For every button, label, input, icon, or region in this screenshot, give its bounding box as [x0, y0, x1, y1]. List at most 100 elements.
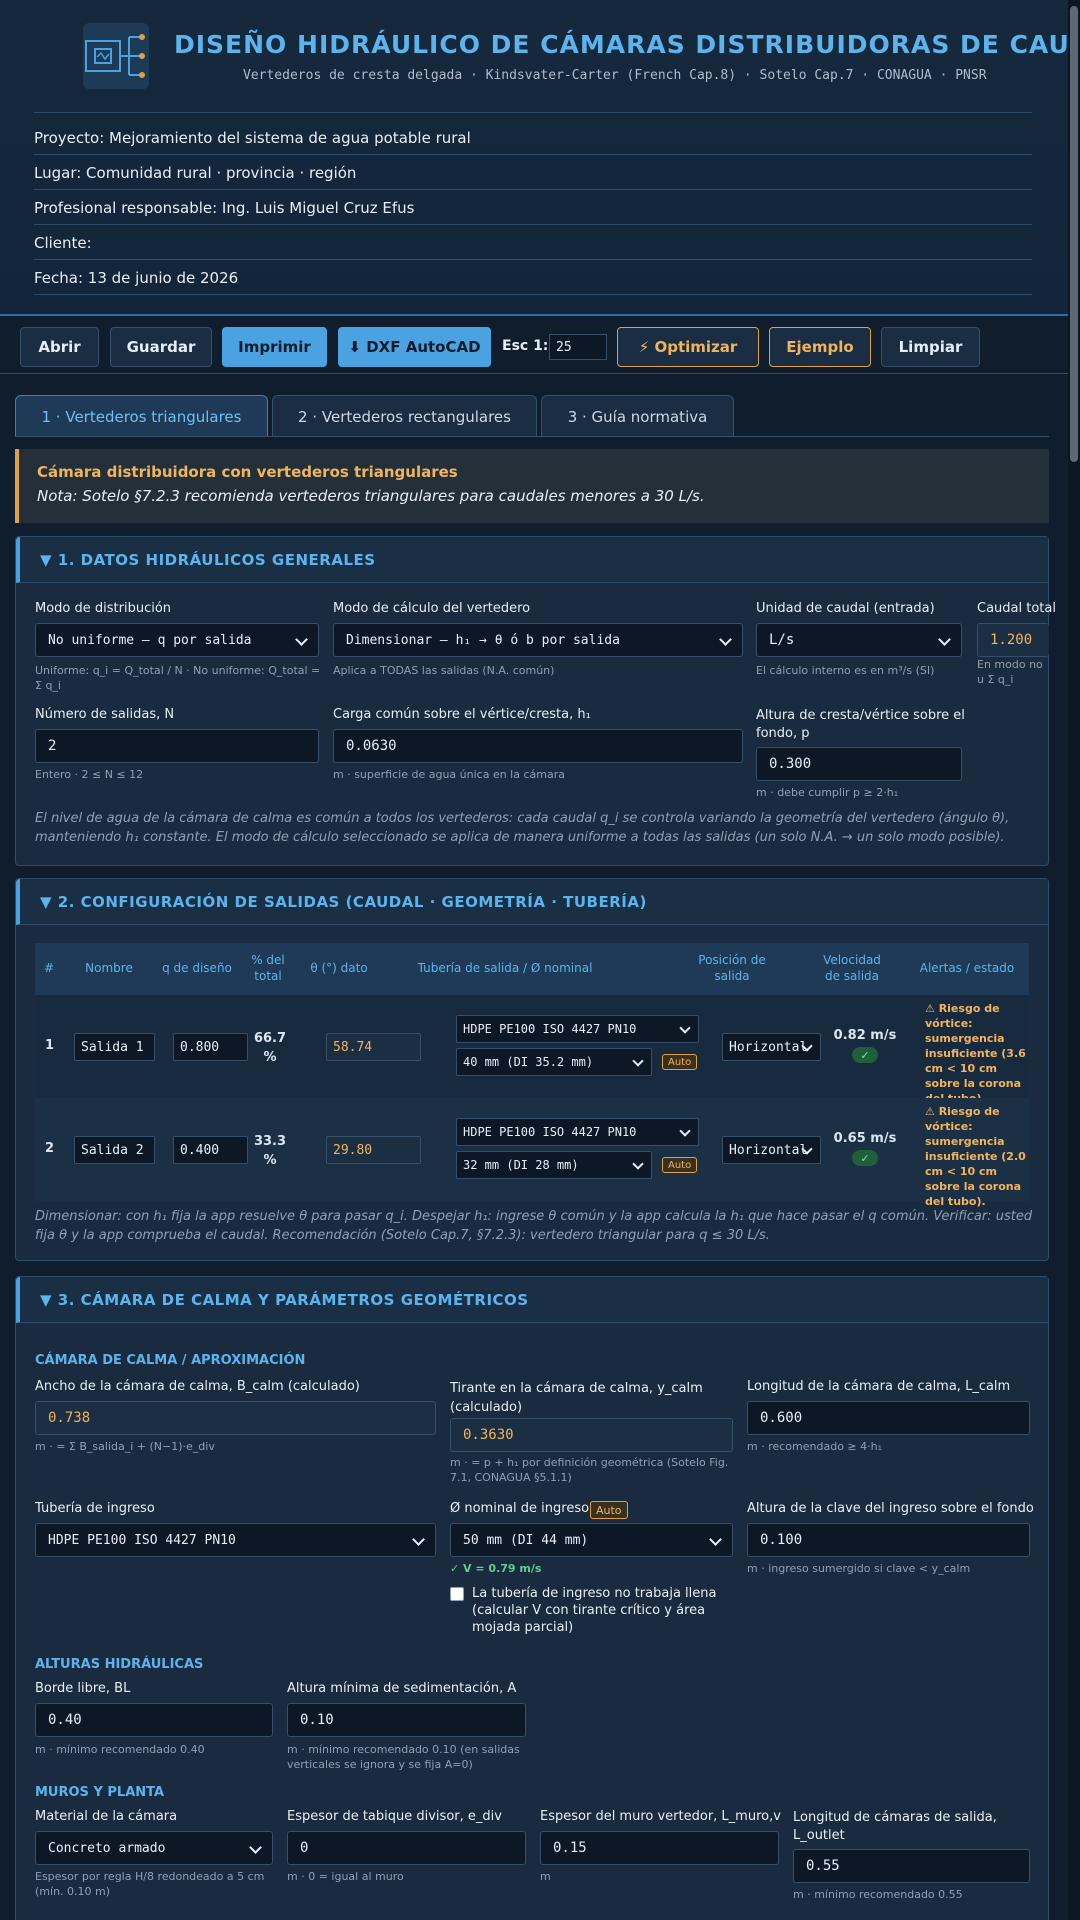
divider: [34, 224, 1032, 225]
crest-height-label: Altura de cresta/vértice sobre el fondo,…: [756, 708, 965, 741]
outlet-length-input[interactable]: 0.55: [793, 1849, 1030, 1883]
inlet-pipe-select[interactable]: HDPE PE100 ISO 4427 PN10: [35, 1523, 436, 1557]
outlet-name-input[interactable]: Salida 2: [74, 1136, 155, 1164]
outlet-theta-field: 29.80: [326, 1136, 421, 1164]
example-button[interactable]: Ejemplo: [769, 327, 871, 367]
sediment-input[interactable]: 0.10: [287, 1703, 526, 1737]
auto-badge[interactable]: Auto: [662, 1157, 698, 1173]
freeboard-label: Borde libre, BL: [35, 1681, 131, 1696]
divider-thickness-input[interactable]: 0: [287, 1831, 526, 1865]
tab-rectangular[interactable]: 2 · Vertederos rectangulares: [272, 395, 537, 437]
divider: [34, 112, 1032, 113]
outlet-position-select[interactable]: Horizontal: [722, 1033, 821, 1061]
row-number: 1: [45, 1038, 55, 1053]
table-row: 1 Salida 1 0.800 66.7 % 58.74 HDPE PE100…: [35, 995, 1029, 1105]
inlet-diameter-select[interactable]: 50 mm (DI 44 mm): [450, 1523, 733, 1557]
flow-unit-select[interactable]: L/s: [756, 623, 962, 657]
weir-wall-hint: m: [540, 1870, 551, 1883]
lcalm-input[interactable]: 0.600: [747, 1401, 1030, 1435]
clear-button[interactable]: Limpiar: [881, 327, 980, 367]
meta-location[interactable]: Lugar: Comunidad rural · provincia · reg…: [34, 164, 356, 182]
inlet-diameter-label: Ø nominal de ingreso: [450, 1501, 590, 1516]
crest-height-input[interactable]: 0.300: [756, 747, 962, 781]
outlet-diameter-select[interactable]: 32 mm (DI 28 mm): [456, 1151, 652, 1179]
outlet-velocity: 0.65 m/s: [833, 1131, 897, 1146]
section-header[interactable]: ▼ 1. DATOS HIDRÁULICOS GENERALES: [16, 537, 1048, 583]
tab-guide[interactable]: 3 · Guía normativa: [541, 395, 734, 437]
divider: [34, 154, 1032, 155]
outlet-flow-input[interactable]: 0.800: [173, 1033, 248, 1061]
inlet-crown-input[interactable]: 0.100: [747, 1523, 1030, 1557]
sediment-label: Altura mínima de sedimentación, A: [287, 1681, 517, 1696]
material-label: Material de la cámara: [35, 1809, 178, 1824]
scrollbar-thumb[interactable]: [1070, 6, 1078, 462]
bcalm-hint: m · = Σ B_salida_i + (N−1)·e_div: [35, 1440, 215, 1453]
tab-triangular[interactable]: 1 · Vertederos triangulares: [15, 395, 268, 437]
app-title: DISEÑO HIDRÁULICO DE CÁMARAS DISTRIBUIDO…: [174, 30, 1080, 59]
outlet-length-label: Longitud de cámaras de salida, L_outlet: [793, 1810, 997, 1843]
meta-engineer[interactable]: Profesional responsable: Ing. Luis Migue…: [34, 199, 414, 217]
head-label: Carga común sobre el vértice/cresta, h₁: [333, 707, 591, 722]
calc-mode-hint: Aplica a TODAS las salidas (N.A. común): [333, 664, 555, 677]
section-header[interactable]: ▼ 2. CONFIGURACIÓN DE SALIDAS (CAUDAL · …: [16, 879, 1048, 925]
outlet-theta-field: 58.74: [326, 1033, 421, 1061]
outlet-pipe-select[interactable]: HDPE PE100 ISO 4427 PN10: [456, 1015, 699, 1043]
flow-unit-hint: El cálculo interno es en m³/s (SI): [756, 664, 935, 677]
section-outlets: ▼ 2. CONFIGURACIÓN DE SALIDAS (CAUDAL · …: [15, 878, 1049, 1261]
partial-flow-checkbox[interactable]: [450, 1587, 464, 1601]
weir-wall-label: Espesor del muro vertedor, L_muro,v: [540, 1809, 781, 1824]
material-select[interactable]: Concreto armado: [35, 1831, 273, 1865]
outlet-diameter-select[interactable]: 40 mm (DI 35.2 mm): [456, 1048, 652, 1076]
scale-input[interactable]: 25: [549, 334, 607, 360]
outlet-alert: ⚠ Riesgo de vórtice: sumergencia insufic…: [925, 1002, 1026, 1105]
material-hint: Espesor por regla H/8 redondeado a 5 cm …: [35, 1870, 265, 1898]
total-flow-hint: En modo no u Σ q_i: [977, 658, 1043, 686]
subsection-heights: ALTURAS HIDRÁULICAS: [35, 1657, 204, 1672]
dist-mode-select[interactable]: No uniforme — q por salida: [35, 623, 319, 657]
section-header[interactable]: ▼ 3. CÁMARA DE CALMA Y PARÁMETROS GEOMÉT…: [16, 1277, 1048, 1323]
toolbar: Abrir Guardar Imprimir ⬇ DXF AutoCAD Esc…: [0, 318, 1068, 374]
head-input[interactable]: 0.0630: [333, 729, 743, 763]
save-button[interactable]: Guardar: [110, 327, 212, 367]
meta-client[interactable]: Cliente:: [34, 234, 92, 252]
calc-mode-select[interactable]: Dimensionar — h₁ → θ ó b por salida: [333, 623, 743, 657]
auto-badge[interactable]: Auto: [662, 1054, 698, 1070]
outlet-percent: 66.7 %: [253, 1031, 287, 1065]
scale-label: Esc 1:: [502, 338, 549, 354]
auto-badge[interactable]: Auto: [590, 1501, 628, 1519]
outlets-count-input[interactable]: 2: [35, 729, 319, 763]
inlet-crown-label: Altura de la clave del ingreso sobre el …: [747, 1501, 1034, 1516]
dist-mode-hint: Uniforme: q_i = Q_total / N · No uniform…: [35, 664, 321, 692]
outlet-position-select[interactable]: Horizontal: [722, 1136, 821, 1164]
subsection-walls: MUROS Y PLANTA: [35, 1785, 165, 1800]
outlet-pipe-select[interactable]: HDPE PE100 ISO 4427 PN10: [456, 1118, 699, 1146]
col-alerts: Alertas / estado: [919, 961, 1015, 975]
inlet-pipe-label: Tubería de ingreso: [35, 1501, 155, 1516]
meta-date[interactable]: Fecha: 13 de junio de 2026: [34, 269, 238, 287]
print-button[interactable]: Imprimir: [222, 327, 327, 367]
outlet-flow-input[interactable]: 0.400: [173, 1136, 248, 1164]
ycalm-label: Tirante en la cámara de calma, y_calm (c…: [450, 1381, 703, 1415]
freeboard-input[interactable]: 0.40: [35, 1703, 273, 1737]
optimize-button[interactable]: ⚡ Optimizar: [617, 327, 759, 367]
outlet-name-input[interactable]: Salida 1: [74, 1033, 155, 1061]
inlet-crown-hint: m · ingreso sumergido si clave < y_calm: [747, 1562, 971, 1575]
meta-project[interactable]: Proyecto: Mejoramiento del sistema de ag…: [34, 129, 471, 147]
outlets-count-label: Número de salidas, N: [35, 707, 175, 722]
app-logo-icon: [83, 23, 149, 89]
table-row: 2 Salida 2 0.400 33.3 % 29.80 HDPE PE100…: [35, 1098, 1029, 1208]
weir-wall-input[interactable]: 0.15: [540, 1831, 779, 1865]
section-calm-chamber: ▼ 3. CÁMARA DE CALMA Y PARÁMETROS GEOMÉT…: [15, 1276, 1049, 1920]
crest-height-hint: m · debe cumplir p ≥ 2·h₁: [756, 786, 899, 799]
open-button[interactable]: Abrir: [20, 327, 99, 367]
col-name: Nombre: [85, 961, 133, 975]
subsection-calm: CÁMARA DE CALMA / APROXIMACIÓN: [35, 1353, 306, 1368]
col-position: Posición de salida: [698, 953, 766, 983]
col-percent: % del total: [251, 953, 285, 983]
dxf-export-button[interactable]: ⬇ DXF AutoCAD: [338, 327, 491, 367]
check-icon: ✓: [852, 1150, 878, 1166]
outlet-velocity: 0.82 m/s: [833, 1028, 897, 1043]
notice-title: Cámara distribuidora con vertederos tria…: [37, 463, 458, 481]
page-scrollbar[interactable]: [1068, 0, 1080, 1920]
tab-divider: [15, 436, 1049, 437]
